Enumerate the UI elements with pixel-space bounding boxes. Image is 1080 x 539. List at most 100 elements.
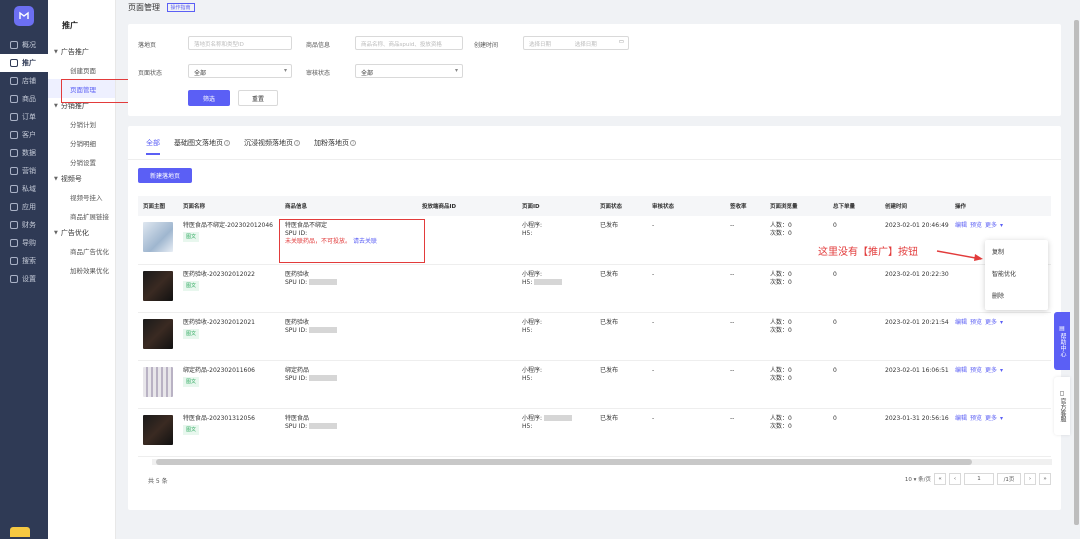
marketing-icon [10, 167, 18, 175]
goods-label: 商品信息 [306, 42, 331, 49]
guide-tag[interactable]: 操作指南 [166, 3, 195, 12]
sidebar-item-guide[interactable]: 导购 [0, 234, 48, 252]
subnav-create-page[interactable]: 创建页面 [48, 60, 115, 79]
collapse-button[interactable] [10, 527, 30, 537]
more-link[interactable]: 更多 [985, 222, 997, 229]
gear-icon [10, 275, 18, 283]
page-thumbnail [143, 414, 173, 445]
tab-all[interactable]: 全部 [146, 138, 160, 155]
last-page-button[interactable]: » [1039, 473, 1051, 485]
sidebar-item-store[interactable]: 店铺 [0, 72, 48, 90]
edit-link[interactable]: 编辑 [955, 222, 967, 229]
overview-icon [10, 41, 18, 49]
goods-highlight-box [279, 219, 425, 263]
reset-button[interactable]: 重置 [238, 90, 278, 106]
preview-link[interactable]: 预览 [970, 319, 982, 326]
more-link[interactable]: 更多 [985, 415, 997, 422]
landing-label: 落地页 [138, 42, 157, 49]
annotation-text: 这里没有【推广】按钮 [818, 247, 918, 258]
sidebar-item-finance[interactable]: 财务 [0, 216, 48, 234]
horizontal-scrollbar[interactable] [152, 459, 1052, 465]
col-ops: 操作 [950, 196, 1051, 216]
sidebar-item-data[interactable]: 数据 [0, 144, 48, 162]
preview-link[interactable]: 预览 [970, 415, 982, 422]
page-count: /1页 [997, 473, 1021, 485]
subnav-fans-opt[interactable]: 加粉效果优化 [48, 260, 115, 279]
page-input[interactable]: 1 [964, 473, 994, 485]
page-status-select[interactable]: 全部 [188, 64, 292, 78]
sidebar-item-overview[interactable]: 概况 [0, 36, 48, 54]
sidebar-item-goods[interactable]: 商品 [0, 90, 48, 108]
total-count: 共 5 条 [148, 478, 168, 485]
col-orders: 总下单量 [828, 196, 880, 216]
table-header: 页面主图 页面名称 商品信息 投放端商品ID 页面ID 页面状态 审核状态 签收… [138, 196, 1051, 216]
goods-input[interactable]: 商品名称、商品spuid、投放资格 [355, 36, 463, 50]
smart-opt-menu-item[interactable]: 智能优化 [985, 262, 1048, 284]
chevron-down-icon: ▾ [1000, 366, 1004, 374]
edit-link[interactable]: 编辑 [955, 367, 967, 374]
subnav-dist-detail[interactable]: 分销明细 [48, 133, 115, 152]
col-audit: 审核状态 [647, 196, 725, 216]
customers-icon [10, 131, 18, 139]
goods-icon [10, 95, 18, 103]
pagination: 10 ▾ 条/页 « ‹ 1 /1页 › » [905, 473, 1051, 485]
new-landing-button[interactable]: 新建落地页 [138, 168, 192, 183]
date-range-input[interactable]: 选择日期 选择日期 ▭ [523, 36, 629, 50]
sidebar-item-promotion[interactable]: 推广 [0, 54, 48, 72]
filter-panel: 落地页 落地页名称和类型ID 商品信息 商品名称、商品spuid、投放资格 创建… [128, 24, 1061, 116]
preview-link[interactable]: 预览 [970, 222, 982, 229]
first-page-button[interactable]: « [934, 473, 946, 485]
main-sidebar: 概况 推广 店铺 商品 订单 客户 数据 营销 私域 应用 财务 导购 搜索 设… [0, 0, 48, 539]
help-center-button[interactable]: ▤ 帮助中心 [1054, 312, 1070, 370]
sidebar-item-orders[interactable]: 订单 [0, 108, 48, 126]
sidebar-item-customers[interactable]: 客户 [0, 126, 48, 144]
help-icon: ? [294, 140, 300, 146]
table-row: 医药验收-202302012022 图文 医药验收 SPU ID: 小程序: H5: … [138, 264, 1051, 313]
vertical-scrollbar[interactable] [1074, 20, 1079, 525]
service-button[interactable]: ◻ 官方客服 [1054, 377, 1070, 435]
sidebar-item-marketing[interactable]: 营销 [0, 162, 48, 180]
sidebar-item-private[interactable]: 私域 [0, 180, 48, 198]
delete-menu-item[interactable]: 删除 [985, 284, 1048, 306]
page-size-select[interactable]: 10 ▾ 条/页 [905, 475, 931, 483]
prev-page-button[interactable]: ‹ [949, 473, 961, 485]
subnav-dist-plan[interactable]: 分销计划 [48, 114, 115, 133]
more-link[interactable]: 更多 [985, 367, 997, 374]
subnav-goods-link[interactable]: 商品扩展链接 [48, 206, 115, 225]
main-content: 页面管理 操作指南 落地页 落地页名称和类型ID 商品信息 商品名称、商品spu… [116, 0, 1080, 539]
next-page-button[interactable]: › [1024, 473, 1036, 485]
subnav-video-entry[interactable]: 视频号挂入 [48, 187, 115, 206]
app-logo[interactable] [14, 6, 34, 26]
sidebar-item-apps[interactable]: 应用 [0, 198, 48, 216]
tab-fans[interactable]: 加粉落地页? [314, 138, 356, 155]
subnav-group-ad[interactable]: 广告推广 [48, 44, 115, 60]
col-name: 页面名称 [178, 196, 280, 216]
audit-select[interactable]: 全部 [355, 64, 463, 78]
edit-link[interactable]: 编辑 [955, 415, 967, 422]
guide-icon [10, 239, 18, 247]
more-link[interactable]: 更多 [985, 319, 997, 326]
tab-video[interactable]: 沉浸视频落地页? [244, 138, 300, 155]
filter-button[interactable]: 筛选 [188, 90, 230, 106]
preview-link[interactable]: 预览 [970, 367, 982, 374]
sidebar-item-search[interactable]: 搜索 [0, 252, 48, 270]
audit-label: 审核状态 [306, 70, 331, 77]
subnav-dist-setting[interactable]: 分销设置 [48, 152, 115, 171]
col-goods: 商品信息 [280, 196, 417, 216]
subnav-group-video[interactable]: 视频号 [48, 171, 115, 187]
col-thumb: 页面主图 [138, 196, 178, 216]
tab-basic[interactable]: 基础图文落地页? [174, 138, 230, 155]
col-sign: 签收率 [725, 196, 765, 216]
subnav-group-ad-opt[interactable]: 广告优化 [48, 225, 115, 241]
copy-menu-item[interactable]: 复制 [985, 240, 1048, 262]
col-created: 创建时间 [880, 196, 950, 216]
finance-icon [10, 221, 18, 229]
subnav-goods-ad-opt[interactable]: 商品广告优化 [48, 241, 115, 260]
landing-input[interactable]: 落地页名称和类型ID [188, 36, 292, 50]
apps-icon [10, 203, 18, 211]
created-label: 创建时间 [474, 42, 499, 49]
tab-bar: 全部 基础图文落地页? 沉浸视频落地页? 加粉落地页? [146, 138, 370, 155]
edit-link[interactable]: 编辑 [955, 319, 967, 326]
annotation-arrow-icon [936, 250, 983, 261]
sidebar-item-settings[interactable]: 设置 [0, 270, 48, 288]
